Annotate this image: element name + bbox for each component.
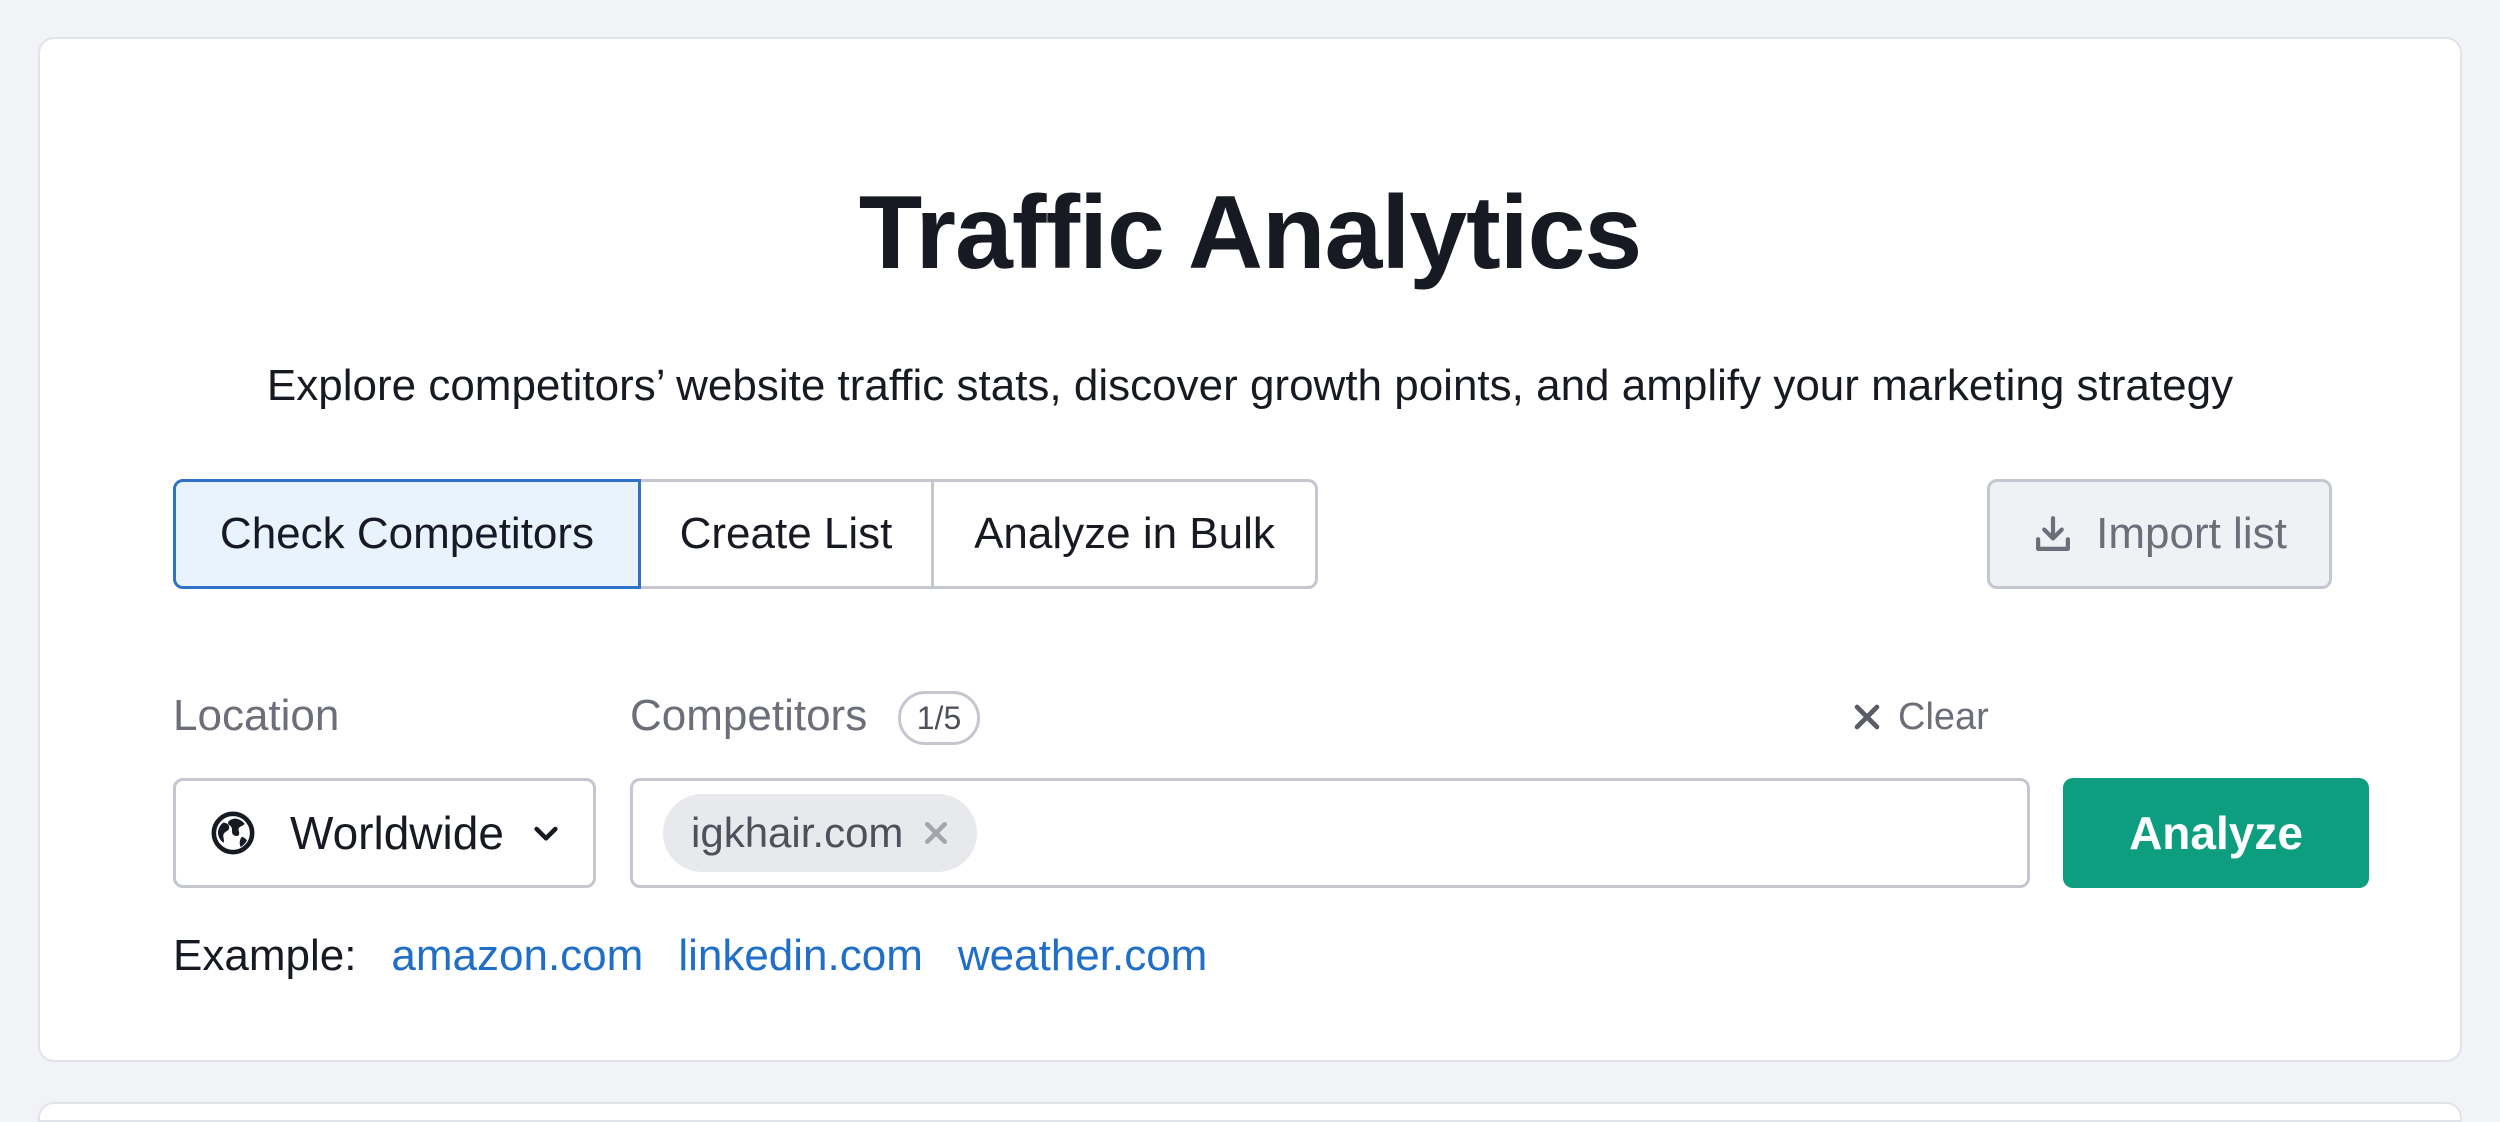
chevron-down-icon [534,826,558,841]
tab-check-competitors[interactable]: Check Competitors [173,479,641,589]
examples-row: Example: amazon.com linkedin.com weather… [173,931,1242,981]
competitor-chip: igkhair.com [663,794,978,872]
example-link-weather[interactable]: weather.com [958,931,1207,981]
download-icon [2036,516,2071,551]
import-list-button[interactable]: Import list [1987,479,2332,589]
close-icon [1854,704,1880,730]
clear-label: Clear [1898,695,1989,738]
next-card-edge [38,1102,2462,1122]
competitors-count-badge: 1/5 [898,691,980,745]
globe-icon [211,811,255,855]
import-list-label: Import list [2096,509,2287,558]
page-subtitle: Explore competitors’ website traffic sta… [266,361,2234,410]
competitor-chip-label: igkhair.com [691,809,904,856]
tab-create-list[interactable]: Create List [638,479,934,589]
mode-tabs: Check Competitors Create List Analyze in… [173,479,1318,589]
page-title: Traffic Analytics [858,175,1643,291]
example-label: Example: [173,931,357,980]
example-link-linkedin[interactable]: linkedin.com [678,931,923,981]
analyze-button[interactable]: Analyze [2063,778,2369,888]
location-select[interactable]: Worldwide [173,778,596,888]
clear-button[interactable]: Clear [1850,687,1989,747]
tab-analyze-in-bulk[interactable]: Analyze in Bulk [931,479,1318,589]
remove-chip-icon[interactable] [921,818,951,848]
location-label: Location [173,691,340,740]
competitors-input[interactable]: igkhair.com [630,778,2030,888]
location-value: Worldwide [290,807,504,859]
example-link-amazon[interactable]: amazon.com [391,931,643,981]
main-card: Traffic Analytics Explore competitors’ w… [38,37,2462,1062]
competitors-label: Competitors [630,691,868,740]
